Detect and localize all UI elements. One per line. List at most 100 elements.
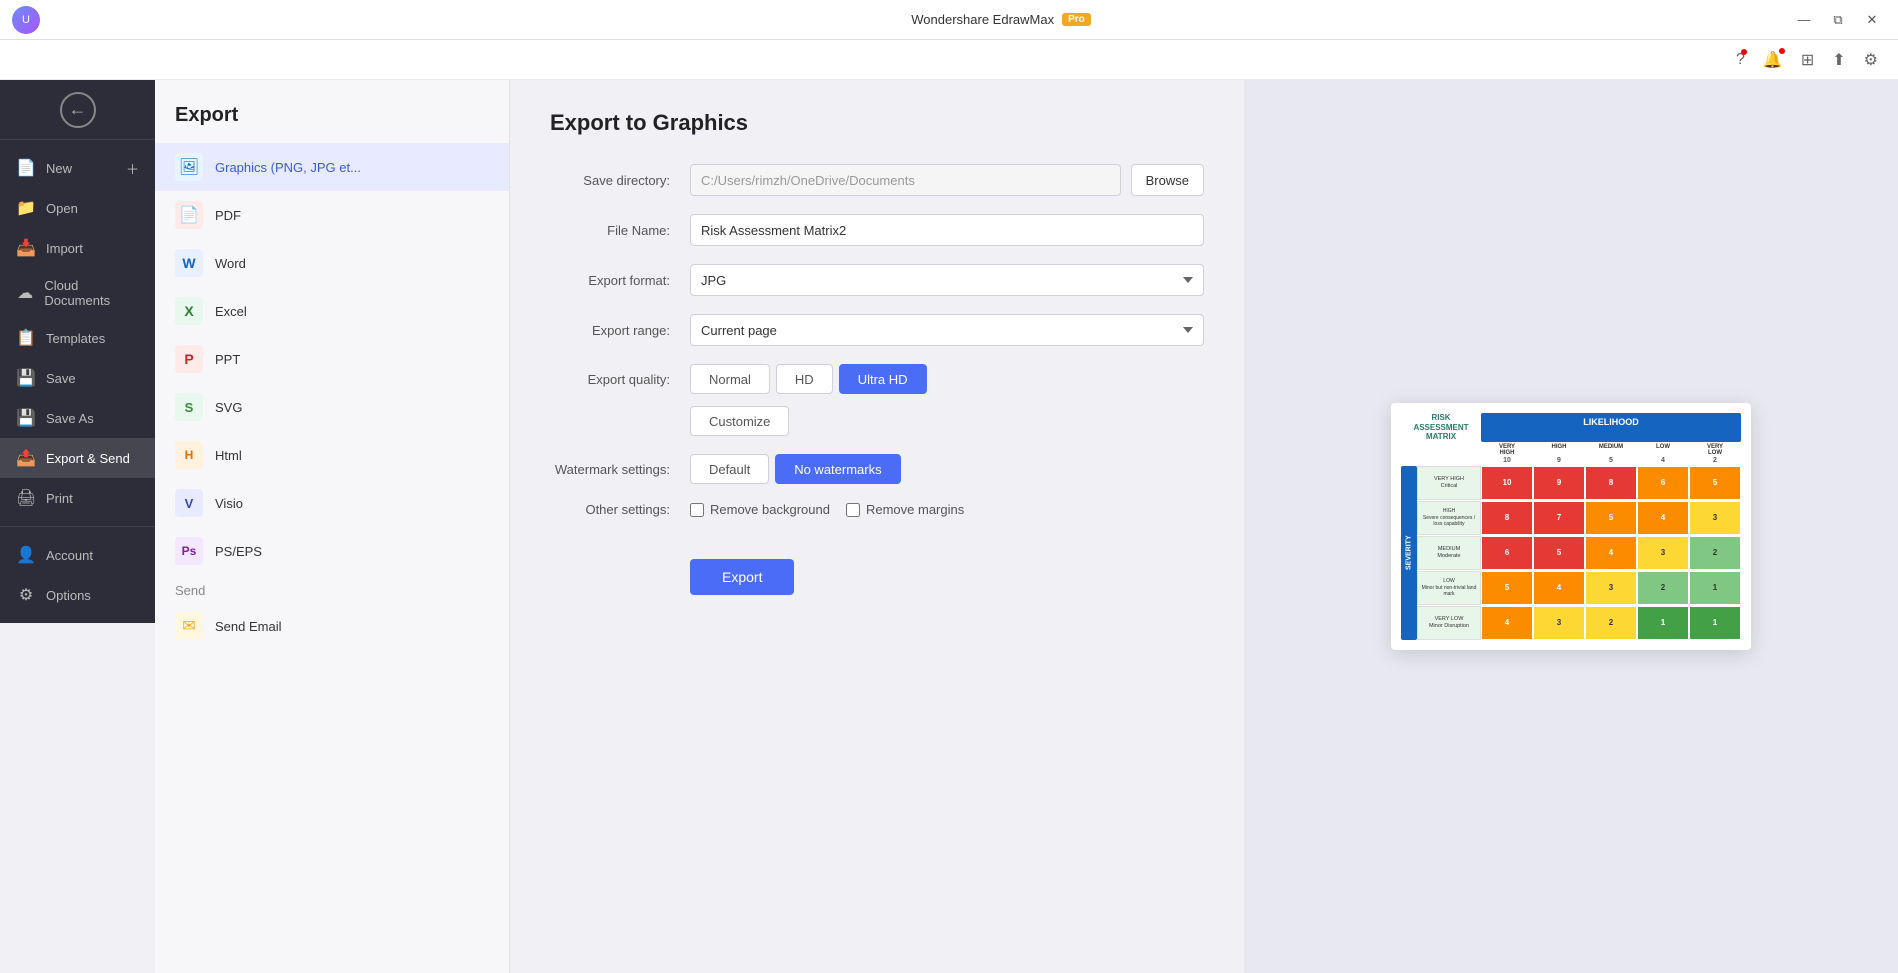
row-label-4: LOWMinor but non-trivial land mark	[1417, 571, 1481, 605]
matrix-cell: 10	[1481, 466, 1533, 500]
watermark-none-button[interactable]: No watermarks	[775, 454, 900, 484]
matrix-cell: 8	[1481, 501, 1533, 535]
matrix-cell: 7	[1533, 501, 1585, 535]
export-icon: 📤	[16, 448, 36, 468]
export-format-graphics[interactable]: 🖼 Graphics (PNG, JPG et...	[155, 143, 509, 191]
matrix-cell: 4	[1637, 501, 1689, 535]
back-button[interactable]: ←	[0, 80, 155, 140]
sidebar-item-save[interactable]: 💾 Save	[0, 358, 155, 398]
remove-background-label[interactable]: Remove background	[690, 502, 830, 517]
send-section-title: Send	[155, 575, 509, 602]
remove-margins-label[interactable]: Remove margins	[846, 502, 964, 517]
pseps-label: PS/EPS	[215, 544, 262, 559]
preview-card: RISKASSESSMENTMATRIX LIKELIHOOD VERYHIGH…	[1391, 403, 1751, 650]
other-settings-label: Other settings:	[550, 502, 680, 517]
row-label-1: VERY HIGHCritical	[1417, 466, 1481, 500]
matrix-cell: 2	[1637, 571, 1689, 605]
quality-ultrahd-button[interactable]: Ultra HD	[839, 364, 927, 394]
sidebar-item-export[interactable]: 📤 Export & Send	[0, 438, 155, 478]
col-header-2: HIGH	[1533, 444, 1585, 456]
save-directory-input[interactable]	[690, 164, 1121, 196]
watermark-default-button[interactable]: Default	[690, 454, 769, 484]
customize-button[interactable]: Customize	[690, 406, 789, 436]
col-header-4: LOW	[1637, 444, 1689, 456]
ppt-label: PPT	[215, 352, 240, 367]
export-format-excel[interactable]: X Excel	[155, 287, 509, 335]
account-icon: 👤	[16, 545, 36, 565]
sidebar-item-import[interactable]: 📥 Import	[0, 228, 155, 268]
help-icon[interactable]: ?	[1732, 47, 1749, 73]
likelihood-header: LIKELIHOOD	[1481, 413, 1741, 442]
table-row: LOWMinor but non-trivial land mark 5 4 3…	[1417, 571, 1741, 605]
score-5: 2	[1689, 457, 1741, 464]
sidebar-item-print[interactable]: 🖨 Print	[0, 478, 155, 518]
remove-background-text: Remove background	[710, 502, 830, 517]
grid-icon[interactable]: ⊞	[1797, 46, 1818, 74]
pseps-icon: Ps	[175, 537, 203, 565]
export-format-html[interactable]: H Html	[155, 431, 509, 479]
export-format-svg[interactable]: S SVG	[155, 383, 509, 431]
html-label: Html	[215, 448, 242, 463]
graphics-label: Graphics (PNG, JPG et...	[215, 160, 361, 175]
print-icon: 🖨	[16, 488, 36, 508]
send-email-item[interactable]: ✉ Send Email	[155, 602, 509, 650]
sidebar-item-templates[interactable]: 📋 Templates	[0, 318, 155, 358]
watermark-group: Default No watermarks	[690, 454, 901, 484]
watermark-label: Watermark settings:	[550, 462, 680, 477]
sidebar-item-open[interactable]: 📁 Open	[0, 188, 155, 228]
file-name-label: File Name:	[550, 223, 680, 238]
new-label: New	[46, 161, 72, 176]
quality-normal-button[interactable]: Normal	[690, 364, 770, 394]
sidebar-item-options[interactable]: ⚙ Options	[0, 575, 155, 615]
quality-hd-button[interactable]: HD	[776, 364, 833, 394]
share-icon[interactable]: ⬆	[1828, 46, 1849, 74]
matrix-rows-container: VERY HIGHCritical 10 9 8 6 5 HIGHSeve	[1417, 466, 1741, 640]
import-icon: 📥	[16, 238, 36, 258]
export-range-row: Export range: Current page All pages Sel…	[550, 314, 1204, 346]
quality-group: Normal HD Ultra HD	[690, 364, 927, 394]
settings-icon[interactable]: ⚙	[1860, 46, 1882, 74]
matrix-cell: 1	[1689, 606, 1741, 640]
export-format-pdf[interactable]: 📄 PDF	[155, 191, 509, 239]
score-1: 10	[1481, 457, 1533, 464]
export-format-select[interactable]: JPG PNG BMP GIF TIFF SVG	[690, 264, 1204, 296]
sidebar-item-cloud[interactable]: ☁ Cloud Documents	[0, 268, 155, 318]
excel-icon: X	[175, 297, 203, 325]
templates-label: Templates	[46, 331, 105, 346]
matrix-cell: 2	[1689, 536, 1741, 570]
export-format-word[interactable]: W Word	[155, 239, 509, 287]
row-label-5: VERY LOWMinor Disruption	[1417, 606, 1481, 640]
other-settings-row: Other settings: Remove background Remove…	[550, 502, 1204, 517]
title-bar: U Wondershare EdrawMax Pro — ⧉ ✕	[0, 0, 1898, 40]
sidebar-item-account[interactable]: 👤 Account	[0, 535, 155, 575]
close-button[interactable]: ✕	[1858, 6, 1886, 34]
matrix-cell: 9	[1533, 466, 1585, 500]
matrix-cell: 3	[1533, 606, 1585, 640]
watermark-row: Watermark settings: Default No watermark…	[550, 454, 1204, 484]
export-format-pseps[interactable]: Ps PS/EPS	[155, 527, 509, 575]
notification-icon[interactable]: 🔔	[1759, 46, 1787, 74]
app-title: Wondershare EdrawMax	[911, 12, 1054, 27]
export-format-visio[interactable]: V Visio	[155, 479, 509, 527]
export-quality-label: Export quality:	[550, 372, 680, 387]
sidebar-item-new[interactable]: 📄 New ＋	[0, 148, 155, 188]
export-form-area: Export to Graphics Save directory: Brows…	[510, 80, 1244, 973]
export-range-label: Export range:	[550, 323, 680, 338]
export-button[interactable]: Export	[690, 559, 794, 595]
col-header-3: MEDIUM	[1585, 444, 1637, 456]
app-title-group: Wondershare EdrawMax Pro	[911, 12, 1091, 27]
matrix-cell: 4	[1481, 606, 1533, 640]
browse-button[interactable]: Browse	[1131, 164, 1204, 196]
sidebar-item-saveas[interactable]: 💾 Save As	[0, 398, 155, 438]
restore-button[interactable]: ⧉	[1824, 6, 1852, 34]
export-range-select[interactable]: Current page All pages Selected pages	[690, 314, 1204, 346]
file-name-input[interactable]	[690, 214, 1204, 246]
remove-margins-checkbox[interactable]	[846, 503, 860, 517]
export-format-ppt[interactable]: P PPT	[155, 335, 509, 383]
main-content: ← 📄 New ＋ 📁 Open 📥 Import	[0, 80, 1898, 973]
minimize-button[interactable]: —	[1790, 6, 1818, 34]
remove-background-checkbox[interactable]	[690, 503, 704, 517]
user-avatar[interactable]: U	[12, 6, 40, 34]
saveas-label: Save As	[46, 411, 94, 426]
score-3: 5	[1585, 457, 1637, 464]
